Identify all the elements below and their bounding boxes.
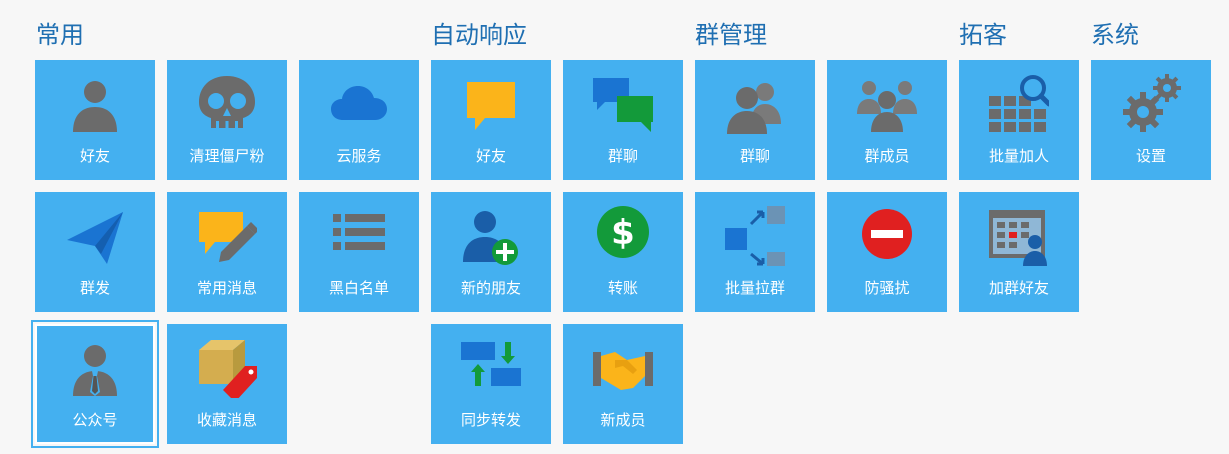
tile-cloud-service[interactable]: 云服务 bbox=[299, 60, 419, 180]
sync-icon bbox=[461, 338, 521, 398]
tile-label: 群聊 bbox=[607, 147, 638, 165]
box-tag-icon bbox=[197, 338, 257, 398]
tile-label: 黑白名单 bbox=[328, 279, 389, 297]
section-auto-reply: 自动响应 bbox=[431, 21, 527, 49]
tile-sync-forward[interactable]: 同步转发 bbox=[431, 324, 551, 444]
tile-blacklist[interactable]: 黑白名单 bbox=[299, 192, 419, 312]
tile-label: 防骚扰 bbox=[864, 279, 910, 297]
tile-new-members[interactable]: 新成员 bbox=[563, 324, 683, 444]
svg-text:$: $ bbox=[611, 213, 635, 253]
tile-label: 清理僵尸粉 bbox=[189, 147, 265, 165]
message-bubble-icon bbox=[461, 74, 521, 134]
tile-transfer[interactable]: $ 转账 bbox=[563, 192, 683, 312]
group-members-icon bbox=[857, 74, 917, 134]
tile-auto-group-chat[interactable]: 群聊 bbox=[563, 60, 683, 180]
tile-label: 设置 bbox=[1135, 147, 1166, 165]
skull-icon bbox=[197, 74, 257, 134]
person-add-icon bbox=[461, 206, 521, 266]
tile-label: 加群好友 bbox=[988, 279, 1049, 297]
tile-label: 云服务 bbox=[336, 147, 382, 165]
tile-common-messages[interactable]: 常用消息 bbox=[167, 192, 287, 312]
tile-label: 新成员 bbox=[600, 411, 646, 429]
tile-label: 群聊 bbox=[739, 147, 770, 165]
section-common: 常用 bbox=[36, 21, 84, 49]
person-tie-icon bbox=[65, 338, 125, 398]
person-icon bbox=[65, 74, 125, 134]
tile-settings[interactable]: 设置 bbox=[1091, 60, 1211, 180]
tile-batch-pull-group[interactable]: 批量拉群 bbox=[695, 192, 815, 312]
tile-group-members[interactable]: 群成员 bbox=[827, 60, 947, 180]
list-icon bbox=[329, 206, 389, 266]
people-icon bbox=[725, 74, 785, 134]
gears-icon bbox=[1121, 74, 1181, 134]
section-group-manage: 群管理 bbox=[695, 21, 767, 49]
no-entry-icon bbox=[857, 206, 917, 266]
calendar-person-icon bbox=[989, 206, 1049, 266]
tile-new-friends[interactable]: 新的朋友 bbox=[431, 192, 551, 312]
tile-label: 好友 bbox=[475, 147, 506, 165]
tile-mass-send[interactable]: 群发 bbox=[35, 192, 155, 312]
section-system: 系统 bbox=[1091, 21, 1139, 49]
tile-clean-zombie[interactable]: 清理僵尸粉 bbox=[167, 60, 287, 180]
dollar-icon: $ bbox=[593, 206, 653, 266]
section-expand: 拓客 bbox=[959, 21, 1007, 49]
paper-plane-icon bbox=[65, 206, 125, 266]
message-edit-icon bbox=[197, 206, 257, 266]
tile-label: 公众号 bbox=[72, 411, 118, 429]
tile-label: 收藏消息 bbox=[196, 411, 257, 429]
arrows-squares-icon bbox=[725, 206, 785, 266]
tile-label: 群发 bbox=[79, 279, 110, 297]
cloud-icon bbox=[329, 74, 389, 134]
tile-auto-friends[interactable]: 好友 bbox=[431, 60, 551, 180]
tile-join-group-friends[interactable]: 加群好友 bbox=[959, 192, 1079, 312]
tile-official-account[interactable]: 公众号 bbox=[31, 320, 159, 448]
tile-label: 转账 bbox=[607, 279, 638, 297]
tile-label: 批量加人 bbox=[988, 147, 1049, 165]
tile-label: 新的朋友 bbox=[460, 279, 521, 297]
tile-anti-harass[interactable]: 防骚扰 bbox=[827, 192, 947, 312]
tile-friends[interactable]: 好友 bbox=[35, 60, 155, 180]
tile-label: 同步转发 bbox=[460, 411, 521, 429]
grid-search-icon bbox=[989, 74, 1049, 134]
tile-batch-add[interactable]: 批量加人 bbox=[959, 60, 1079, 180]
tile-label: 批量拉群 bbox=[724, 279, 785, 297]
tile-label: 好友 bbox=[79, 147, 110, 165]
tile-label: 常用消息 bbox=[196, 279, 257, 297]
tile-label: 群成员 bbox=[864, 147, 910, 165]
chat-bubbles-icon bbox=[593, 74, 653, 134]
tile-group-chat[interactable]: 群聊 bbox=[695, 60, 815, 180]
handshake-icon bbox=[593, 338, 653, 398]
tile-favorites[interactable]: 收藏消息 bbox=[167, 324, 287, 444]
